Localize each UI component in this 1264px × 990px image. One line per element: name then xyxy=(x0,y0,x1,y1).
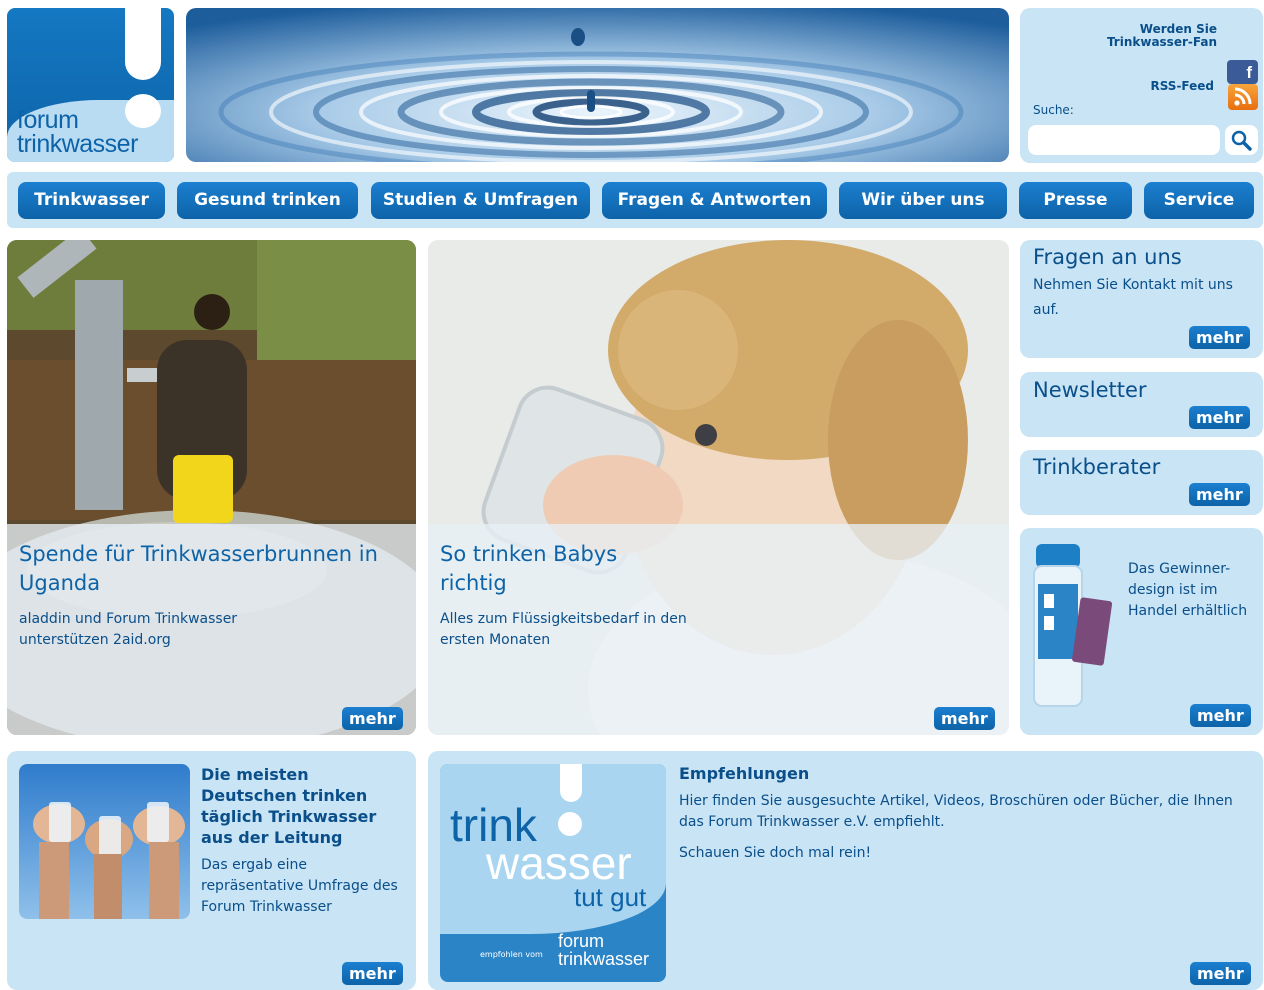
sidebar-fragen-title[interactable]: Fragen an uns xyxy=(1033,244,1182,270)
rss-feed-link[interactable]: RSS-Feed xyxy=(1150,79,1214,93)
nav-item-trinkwasser[interactable]: Trinkwasser xyxy=(18,182,165,219)
sidebar-newsletter-title[interactable]: Newsletter xyxy=(1033,377,1147,403)
sidebar-trinkberater-more-button[interactable]: mehr xyxy=(1189,483,1250,506)
nav-item-wir-ueber-uns[interactable]: Wir über uns xyxy=(839,182,1007,219)
forum-trinkwasser-logo[interactable]: forum trinkwasser xyxy=(7,8,174,162)
survey-text: Das ergab eine repräsentative Umfrage de… xyxy=(201,857,398,915)
bottle-product-image[interactable] xyxy=(1032,544,1117,714)
empfehlungen-title[interactable]: Empfehlungen xyxy=(679,764,809,783)
badge-brand-trinkwasser: trinkwasser xyxy=(558,949,650,969)
empfehlungen-more-button[interactable]: mehr xyxy=(1190,962,1251,985)
badge-brand-forum: forum xyxy=(558,931,605,951)
sidebar-fragen-more-button[interactable]: mehr xyxy=(1189,326,1250,349)
search-button[interactable] xyxy=(1225,125,1258,155)
trinkwasser-tut-gut-badge[interactable]: trink wasser tut gut empfohlen vom forum… xyxy=(440,764,666,982)
water-drop-banner xyxy=(186,8,1009,162)
feature-babys-more-button[interactable]: mehr xyxy=(934,707,995,730)
badge-exclamation-bar xyxy=(560,764,582,802)
sidebar-trinkberater-box: Trinkberater mehr xyxy=(1020,450,1263,515)
search-input[interactable] xyxy=(1028,125,1220,155)
nav-item-service[interactable]: Service xyxy=(1144,182,1254,219)
feature-babys-subtitle: Alles zum Flüssigkeitsbedarf in den erst… xyxy=(440,611,687,648)
top-right-box: Werden Sie Trinkwasser-Fan f RSS-Feed Su… xyxy=(1020,8,1263,163)
facebook-icon[interactable]: f xyxy=(1227,60,1258,84)
glasses-cheers-photo[interactable] xyxy=(19,764,190,919)
survey-title[interactable]: Die meisten Deutschen trinken täglich Tr… xyxy=(201,764,401,848)
badge-text-empfohlen: empfohlen vom xyxy=(480,950,543,959)
badge-text-wasser: wasser xyxy=(486,837,632,889)
logo-text-trinkwasser: trinkwasser xyxy=(17,130,138,158)
logo-exclamation-bar xyxy=(125,8,161,80)
nav-item-studien-umfragen[interactable]: Studien & Umfragen xyxy=(371,182,590,219)
survey-more-button[interactable]: mehr xyxy=(342,962,403,985)
search-label: Suche: xyxy=(1033,103,1074,117)
sidebar-fragen-box: Fragen an uns Nehmen Sie Kontakt mit uns… xyxy=(1020,240,1263,358)
badge-text-tut-gut: tut gut xyxy=(574,882,647,912)
search-icon xyxy=(1231,130,1252,151)
empfehlungen-text: Hier finden Sie ausgesuchte Artikel, Vid… xyxy=(679,793,1233,830)
feature-babys[interactable]: So trinken Babys richtig Alles zum Flüss… xyxy=(428,240,1009,735)
feature-uganda-title[interactable]: Spende für Trinkwasserbrunnen in Uganda xyxy=(19,540,399,598)
sidebar-newsletter-more-button[interactable]: mehr xyxy=(1189,406,1250,429)
sidebar-promo-box: Das Gewinner-design ist im Handel erhält… xyxy=(1020,528,1263,735)
sidebar-promo-more-button[interactable]: mehr xyxy=(1190,704,1251,727)
sidebar-trinkberater-title[interactable]: Trinkberater xyxy=(1033,454,1160,480)
empfehlungen-text-2: Schauen Sie doch mal rein! xyxy=(679,845,872,861)
logo-exclamation-dot xyxy=(125,94,161,128)
nav-item-presse[interactable]: Presse xyxy=(1019,182,1132,219)
survey-box: Die meisten Deutschen trinken täglich Tr… xyxy=(7,751,416,990)
badge-exclamation-dot xyxy=(558,812,582,836)
nav-item-gesund-trinken[interactable]: Gesund trinken xyxy=(177,182,358,219)
sidebar-fragen-text: Nehmen Sie Kontakt mit uns auf. xyxy=(1033,277,1233,318)
feature-uganda[interactable]: Spende für Trinkwasserbrunnen in Uganda … xyxy=(7,240,416,735)
nav-item-fragen-antworten[interactable]: Fragen & Antworten xyxy=(602,182,827,219)
rss-icon[interactable] xyxy=(1228,84,1258,110)
facebook-fan-link[interactable]: Werden Sie Trinkwasser-Fan xyxy=(1067,23,1217,49)
water-ripple-image xyxy=(186,8,1009,162)
sidebar-newsletter-box: Newsletter mehr xyxy=(1020,372,1263,437)
feature-uganda-subtitle: aladdin und Forum Trinkwasser unterstütz… xyxy=(19,611,238,648)
sidebar-promo-text: Das Gewinner-design ist im Handel erhält… xyxy=(1128,561,1248,619)
feature-babys-title[interactable]: So trinken Babys richtig xyxy=(440,540,680,598)
feature-uganda-more-button[interactable]: mehr xyxy=(342,707,403,730)
empfehlungen-box: trink wasser tut gut empfohlen vom forum… xyxy=(428,751,1263,990)
